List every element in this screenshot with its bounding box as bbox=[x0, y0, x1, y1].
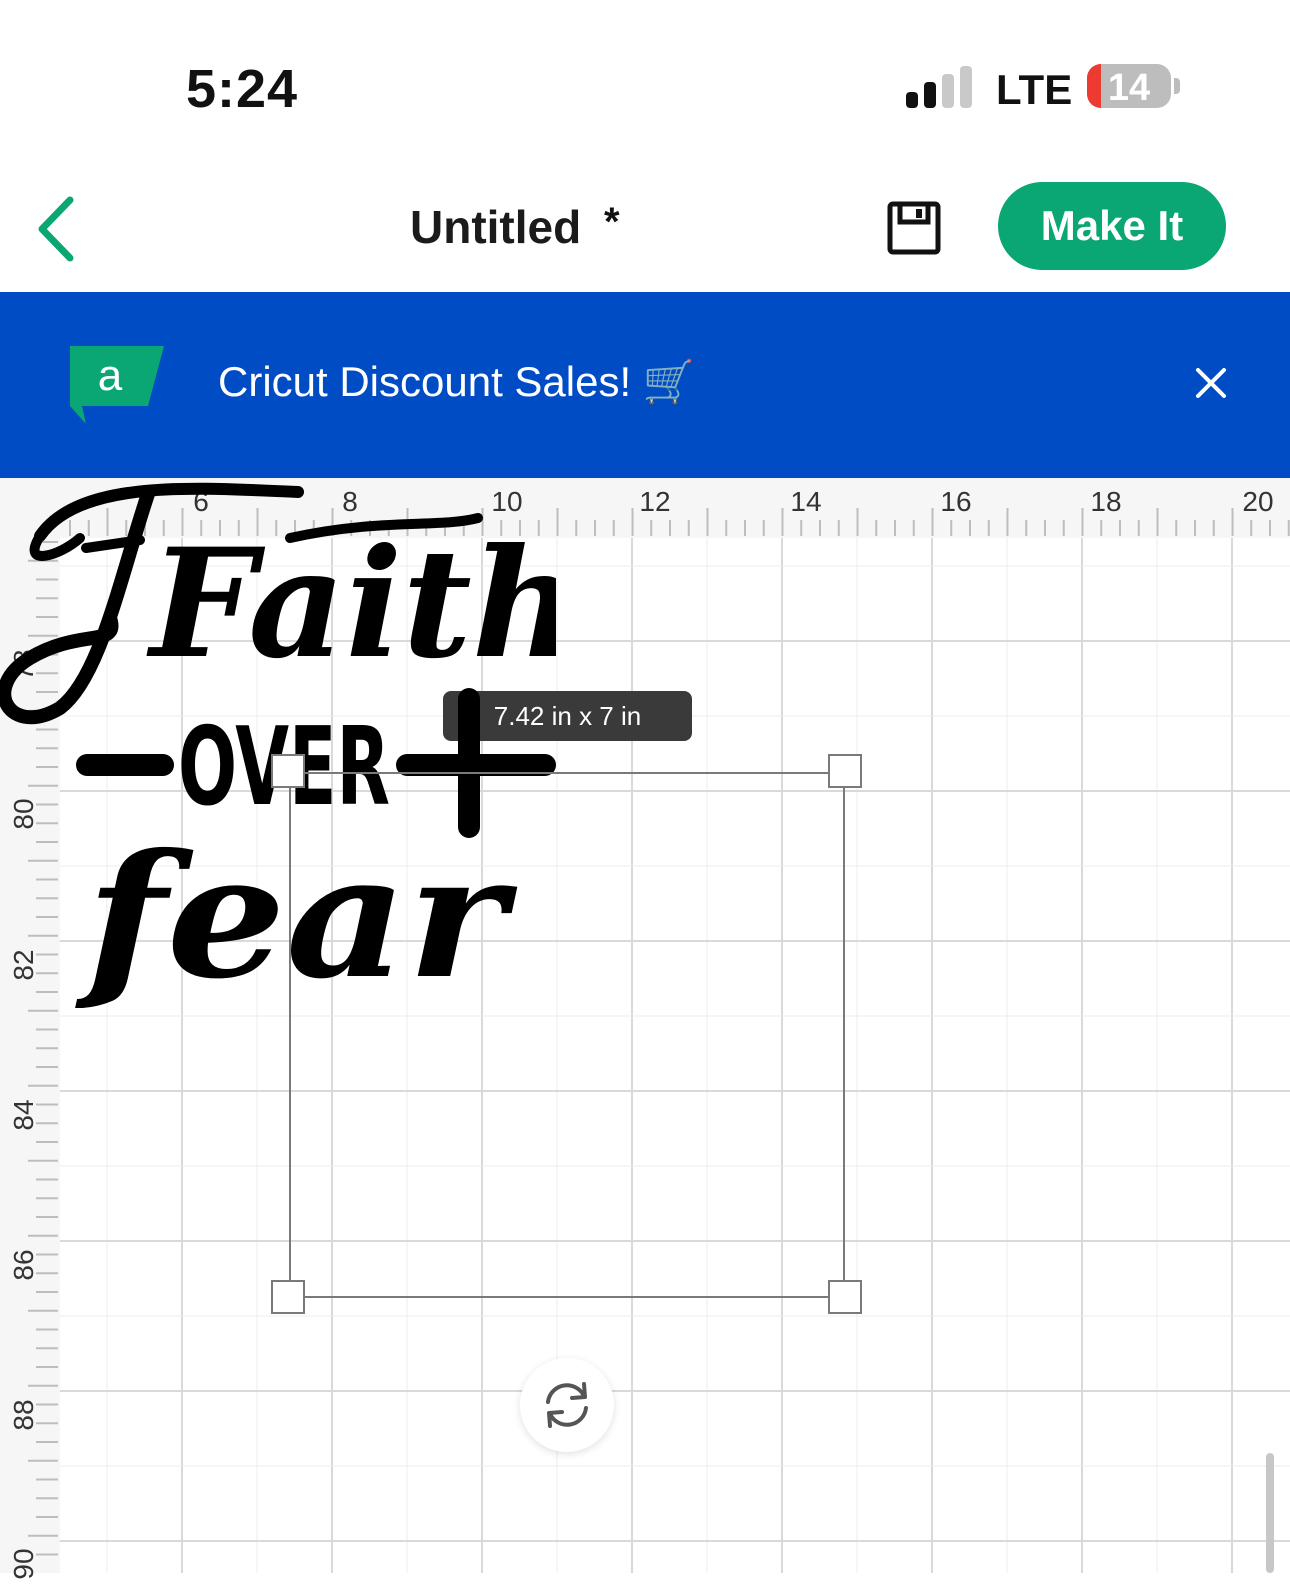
resize-handle-bottom-right[interactable] bbox=[828, 1280, 862, 1314]
ruler-top-label: 12 bbox=[639, 486, 671, 517]
back-button[interactable] bbox=[34, 194, 84, 264]
resize-handle-top-left[interactable] bbox=[271, 754, 305, 788]
ruler-top-label: 18 bbox=[1090, 486, 1122, 517]
status-bar: 5:24 LTE 14 bbox=[0, 0, 1290, 170]
battery-level: 14 bbox=[1107, 67, 1151, 108]
floppy-disk-icon bbox=[887, 201, 941, 255]
signal-strength-icon bbox=[906, 66, 972, 108]
selection-box bbox=[289, 772, 845, 1298]
ruler-top-label: 20 bbox=[1242, 486, 1274, 517]
ruler-top-label: 14 bbox=[790, 486, 822, 517]
ruler-left-label: 90 bbox=[8, 1548, 39, 1580]
resize-handle-bottom-left[interactable] bbox=[271, 1280, 305, 1314]
vertical-scrollbar[interactable] bbox=[1266, 1453, 1274, 1573]
ad-logo-icon: a bbox=[70, 346, 164, 424]
ruler-top-label: 16 bbox=[940, 486, 972, 517]
rotate-icon bbox=[546, 1382, 588, 1428]
resize-handle-top-right[interactable] bbox=[828, 754, 862, 788]
ruler-left-label: 84 bbox=[8, 1099, 39, 1131]
banner-text: Cricut Discount Sales! 🛒 bbox=[218, 358, 696, 405]
project-title: Untitled bbox=[410, 201, 582, 253]
app-header: Untitled * Make It bbox=[0, 170, 1290, 292]
make-it-button[interactable]: Make It bbox=[998, 182, 1226, 270]
close-icon[interactable] bbox=[1188, 360, 1234, 406]
design-word-faith: Faith bbox=[146, 516, 556, 692]
ruler-left-label: 86 bbox=[8, 1249, 39, 1281]
battery-icon: 14 bbox=[1087, 64, 1171, 108]
ruler-left-label: 88 bbox=[8, 1399, 39, 1431]
rotate-button[interactable] bbox=[520, 1358, 614, 1452]
promo-banner[interactable]: a Cricut Discount Sales! 🛒 bbox=[0, 292, 1290, 478]
unsaved-indicator: * bbox=[604, 200, 620, 244]
battery-tip bbox=[1174, 78, 1180, 94]
status-time: 5:24 bbox=[186, 59, 299, 119]
network-type: LTE bbox=[996, 66, 1073, 113]
ad-logo-letter: a bbox=[98, 351, 123, 400]
save-button[interactable] bbox=[886, 200, 942, 256]
design-canvas[interactable]: 6 8 10 12 14 16 18 20 78 80 82 84 86 88 … bbox=[0, 478, 1290, 1580]
chevron-left-icon bbox=[38, 196, 74, 262]
